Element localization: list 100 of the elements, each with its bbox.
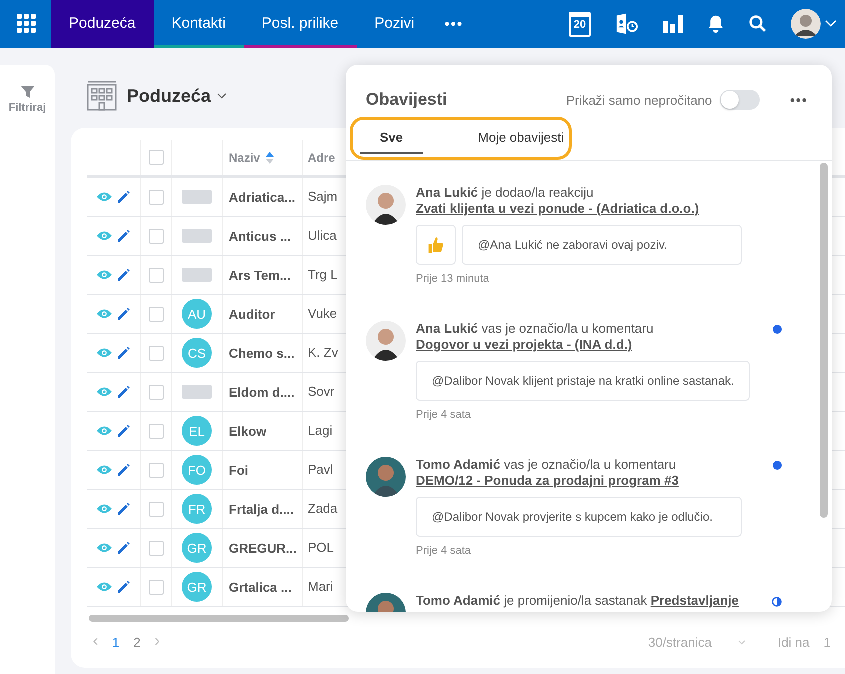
nav-tab[interactable]: Poduzeća: [51, 0, 154, 48]
app-grid-icon[interactable]: [17, 14, 37, 34]
company-name[interactable]: Auditor: [229, 306, 276, 322]
view-eye-icon[interactable]: [97, 504, 112, 514]
company-name[interactable]: Chemo s...: [229, 346, 295, 360]
row-checkbox[interactable]: [148, 228, 164, 244]
view-eye-icon[interactable]: [97, 387, 112, 397]
edit-pencil-icon[interactable]: [118, 308, 130, 320]
address-cell: Vuke: [308, 306, 338, 321]
unread-dot[interactable]: [773, 325, 782, 334]
user-avatar[interactable]: [791, 9, 821, 39]
record-link[interactable]: Zvati klijenta u vezi ponude - (Adriatica d.o.o.): [416, 201, 700, 216]
nav-tab[interactable]: Pozivi: [356, 0, 433, 48]
address-cell: Sajm: [308, 189, 338, 204]
timestamp: Prije 13 minuta: [416, 273, 490, 285]
edit-pencil-icon[interactable]: [118, 191, 130, 203]
address-cell: Ulica: [308, 228, 337, 243]
edit-pencil-icon[interactable]: [118, 347, 130, 359]
company-name[interactable]: Foi: [229, 462, 248, 478]
toggle-label: Prikaži samo nepročitano: [566, 92, 712, 108]
initials-avatar: FO: [182, 455, 212, 485]
row-checkbox[interactable]: [148, 346, 164, 360]
record-link[interactable]: Dogovor u vezi projekta - (INA d.d.): [416, 337, 632, 352]
edit-pencil-icon[interactable]: [118, 503, 130, 515]
nav-tab[interactable]: Posl. prilike: [244, 0, 357, 48]
user-avatar: [366, 185, 406, 225]
view-eye-icon[interactable]: [97, 426, 112, 436]
edit-pencil-icon[interactable]: [118, 230, 130, 242]
logo-placeholder: [182, 268, 212, 282]
address-cell: Trg L: [308, 267, 338, 282]
view-eye-icon[interactable]: [97, 309, 112, 319]
page-title-dropdown[interactable]: Poduzeća: [127, 86, 228, 106]
row-checkbox[interactable]: [148, 306, 164, 322]
comment-text: @Dalibor Novak provjerite s kupcem kako je odlučio.: [416, 497, 742, 537]
row-checkbox[interactable]: [148, 580, 164, 594]
edit-pencil-icon[interactable]: [118, 581, 130, 593]
initials-avatar: CS: [182, 338, 212, 368]
row-checkbox[interactable]: [148, 462, 164, 478]
logo-placeholder: [182, 190, 212, 204]
record-link[interactable]: DEMO/12 - Ponuda za prodajni program #3: [416, 473, 679, 488]
panel-tab[interactable]: Moje obavijesti: [464, 124, 578, 154]
calendar-icon[interactable]: 20: [569, 12, 591, 36]
logo-placeholder: [182, 229, 212, 243]
company-name[interactable]: Elkow: [229, 424, 267, 438]
edit-pencil-icon[interactable]: [118, 464, 130, 476]
edit-pencil-icon[interactable]: [118, 425, 130, 437]
view-eye-icon[interactable]: [97, 231, 112, 241]
view-eye-icon[interactable]: [97, 192, 112, 202]
funnel-icon: [20, 85, 34, 99]
page-number[interactable]: 1: [112, 634, 120, 650]
unread-dot[interactable]: [773, 461, 782, 470]
company-name[interactable]: Anticus ...: [229, 228, 292, 244]
view-eye-icon[interactable]: [97, 348, 112, 358]
building-icon: [87, 81, 117, 111]
view-eye-icon[interactable]: [97, 270, 112, 280]
comment-text: @Ana Lukić ne zaboravi ovaj poziv.: [462, 225, 742, 265]
contact-clock-icon[interactable]: [615, 13, 639, 35]
row-checkbox[interactable]: [148, 540, 164, 556]
edit-pencil-icon[interactable]: [118, 269, 130, 281]
edit-pencil-icon[interactable]: [118, 386, 130, 398]
panel-tab[interactable]: Sve: [360, 124, 424, 154]
address-cell: POL: [308, 540, 334, 555]
company-name[interactable]: Eldom d....: [229, 384, 295, 400]
unread-only-toggle[interactable]: [720, 90, 760, 110]
row-checkbox[interactable]: [148, 190, 164, 204]
company-name[interactable]: GREGUR...: [229, 540, 297, 556]
company-name[interactable]: Grtalica ...: [229, 580, 292, 594]
horizontal-scrollbar[interactable]: [89, 615, 349, 622]
more-options-button[interactable]: •••: [790, 92, 808, 108]
record-link[interactable]: Predstavljanje: [650, 593, 739, 608]
chevron-down-icon[interactable]: [217, 93, 228, 99]
logo-placeholder: [182, 385, 212, 399]
address-cell: Sovr: [308, 384, 335, 399]
notification-bell-icon[interactable]: [707, 15, 725, 33]
comment-text: @Dalibor Novak klijent pristaje na kratki online sastanak.: [416, 361, 750, 401]
notification-text: Tomo Adamić vas je označio/la u komentaru DEMO/12 - Ponuda za prodajni program #3: [416, 457, 680, 489]
thumbs-up-icon: [427, 236, 445, 254]
sort-icon[interactable]: [266, 152, 274, 164]
column-header: Adre: [308, 150, 336, 164]
view-eye-icon[interactable]: [97, 582, 112, 592]
company-name[interactable]: Adriatica...: [229, 190, 296, 204]
row-checkbox[interactable]: [148, 424, 164, 438]
company-name[interactable]: Ars Tem...: [229, 268, 291, 282]
nav-tab[interactable]: Kontakti: [154, 0, 244, 48]
select-all-checkbox[interactable]: [148, 150, 164, 165]
row-checkbox[interactable]: [148, 268, 164, 282]
row-checkbox[interactable]: [148, 384, 164, 400]
page-number[interactable]: 2: [134, 634, 141, 650]
bar-chart-icon[interactable]: [663, 15, 683, 33]
search-icon[interactable]: [749, 15, 767, 33]
view-eye-icon[interactable]: [97, 465, 112, 475]
company-name[interactable]: Frtalja d....: [229, 502, 294, 516]
half-circle-icon[interactable]: [772, 597, 782, 607]
view-eye-icon[interactable]: [97, 543, 112, 553]
goto-label: Idi na: [778, 634, 810, 650]
more-menu-button[interactable]: •••: [432, 16, 476, 32]
edit-pencil-icon[interactable]: [118, 542, 130, 554]
initials-avatar: FR: [182, 494, 212, 524]
vertical-scrollbar[interactable]: [820, 163, 828, 518]
row-checkbox[interactable]: [148, 502, 164, 516]
